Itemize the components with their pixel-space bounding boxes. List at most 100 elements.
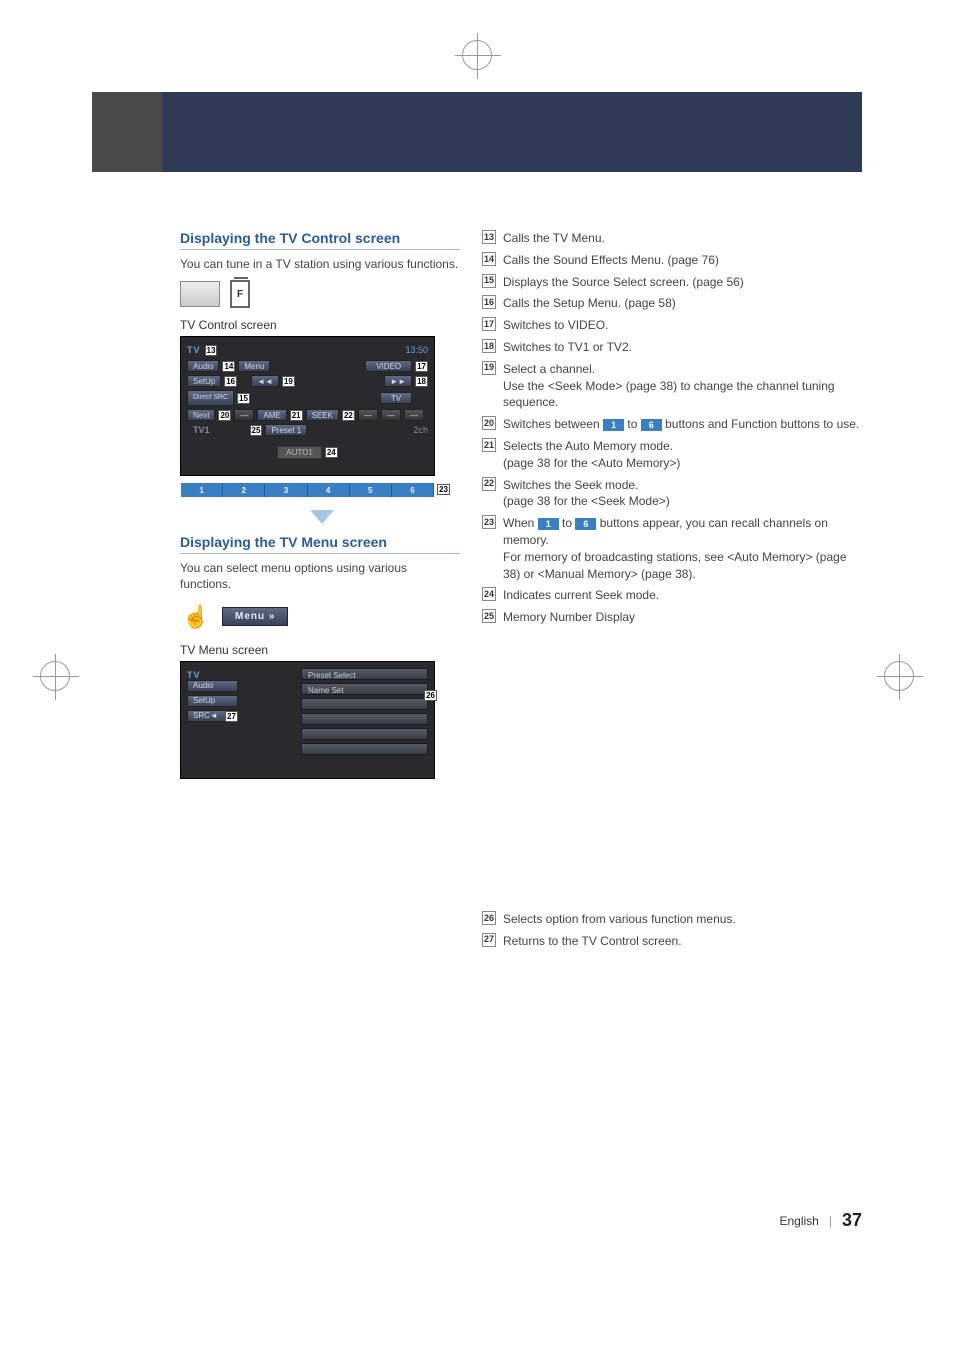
preset-label: Preset 1 bbox=[265, 424, 307, 436]
setup-btn[interactable]: SetUp bbox=[187, 375, 221, 387]
list-text: Indicates current Seek mode. bbox=[503, 587, 862, 604]
device-icons: F bbox=[180, 280, 460, 308]
control-desc: You can tune in a TV station using vario… bbox=[180, 256, 460, 272]
dash2[interactable]: — bbox=[358, 409, 378, 421]
menu-setup-btn[interactable]: SetUp bbox=[187, 695, 238, 707]
list-item: 25 Memory Number Display bbox=[482, 609, 862, 626]
num-btn-5[interactable]: 5 bbox=[350, 483, 392, 497]
page-footer: English | 37 bbox=[779, 1210, 862, 1231]
list-item: 26Selects option from various function m… bbox=[482, 911, 862, 928]
list-item: 19Select a channel. Use the <Seek Mode> … bbox=[482, 361, 862, 411]
list-item: 20Switches between 1 to 6 buttons and Fu… bbox=[482, 416, 862, 433]
menu-audio-btn[interactable]: Audio bbox=[187, 680, 238, 692]
band-label: TV1 bbox=[193, 425, 210, 435]
list-badge: 25 bbox=[482, 609, 496, 623]
inline-num-btn: 6 bbox=[575, 518, 596, 530]
callout-21: 21 bbox=[290, 410, 303, 421]
list-text: When 1 to 6 buttons appear, you can reca… bbox=[503, 515, 862, 582]
num-btn-3[interactable]: 3 bbox=[265, 483, 307, 497]
dash1[interactable]: — bbox=[234, 409, 254, 421]
next-btn[interactable]: Next bbox=[187, 409, 215, 421]
content-area: Displaying the TV Control screen You can… bbox=[180, 230, 862, 1231]
list-item: 22Switches the Seek mode. (page 38 for t… bbox=[482, 477, 862, 511]
callout-list-1: 13Calls the TV Menu. 14Calls the Sound Ef… bbox=[482, 230, 862, 626]
list-text: Calls the Setup Menu. (page 58) bbox=[503, 295, 862, 312]
list-badge: 24 bbox=[482, 587, 496, 601]
menu-caption: TV Menu screen bbox=[180, 643, 460, 657]
list-item: 23 When 1 to 6 buttons appear, you can re… bbox=[482, 515, 862, 582]
tv-menu-title: TV bbox=[187, 670, 201, 680]
tv-control-screen: TV 13 13:50 Audio 14 Menu VIDEO 17 SetUp… bbox=[180, 336, 435, 476]
num-btn-1[interactable]: 1 bbox=[181, 483, 223, 497]
list-text: Switches to TV1 or TV2. bbox=[503, 339, 862, 356]
video-btn[interactable]: VIDEO bbox=[365, 360, 412, 372]
list-text: Select a channel. Use the <Seek Mode> (p… bbox=[503, 361, 862, 411]
menu-button[interactable]: Menu » bbox=[222, 607, 288, 626]
dash3[interactable]: — bbox=[381, 409, 401, 421]
number-strip: 1 2 3 4 5 6 bbox=[181, 483, 434, 497]
list-item: 18Switches to TV1 or TV2. bbox=[482, 339, 862, 356]
callout-18: 18 bbox=[415, 376, 428, 387]
num-btn-4[interactable]: 4 bbox=[308, 483, 350, 497]
menu-item-preset[interactable]: Preset Select bbox=[301, 668, 428, 680]
fwd-btn[interactable]: ►► bbox=[384, 375, 412, 387]
list-text: Memory Number Display bbox=[503, 609, 862, 626]
menu-item-empty[interactable]: . bbox=[301, 698, 428, 710]
list-badge: 21 bbox=[482, 438, 496, 452]
list-badge: 16 bbox=[482, 295, 496, 309]
footer-lang: English bbox=[779, 1214, 818, 1228]
prev-btn[interactable]: ◄◄ bbox=[251, 375, 279, 387]
dash4[interactable]: — bbox=[404, 409, 424, 421]
list-text: Switches to VIDEO. bbox=[503, 317, 862, 334]
list-badge: 20 bbox=[482, 416, 496, 430]
seek-mode: AUTO1 bbox=[277, 446, 322, 459]
ame-btn[interactable]: AME bbox=[257, 409, 286, 421]
footer-page: 37 bbox=[842, 1210, 862, 1231]
callout-22: 22 bbox=[342, 410, 355, 421]
callout-list-2: 26Selects option from various function m… bbox=[482, 911, 862, 950]
list-badge: 23 bbox=[482, 515, 496, 529]
callout-15: 15 bbox=[237, 393, 250, 404]
callout-16: 16 bbox=[224, 376, 237, 387]
menu-btn[interactable]: Menu bbox=[238, 360, 270, 372]
callout-17: 17 bbox=[415, 361, 428, 372]
callout-14: 14 bbox=[222, 361, 235, 372]
menu-item-nameset[interactable]: Name Set bbox=[301, 683, 428, 695]
reg-mark-top bbox=[462, 40, 492, 70]
header-band bbox=[92, 92, 862, 172]
direct-src-btn[interactable]: Direct SRC bbox=[187, 390, 234, 406]
list-item: 24 Indicates current Seek mode. bbox=[482, 587, 862, 604]
inline-num-btn: 1 bbox=[603, 419, 624, 431]
seek-btn[interactable]: SEEK bbox=[306, 409, 339, 421]
list-item: 27Returns to the TV Control screen. bbox=[482, 933, 862, 950]
inline-num-btn: 1 bbox=[538, 518, 559, 530]
list-item: 14Calls the Sound Effects Menu. (page 76… bbox=[482, 252, 862, 269]
num-btn-2[interactable]: 2 bbox=[223, 483, 265, 497]
audio-btn[interactable]: Audio bbox=[187, 360, 219, 372]
callout-24: 24 bbox=[325, 447, 338, 458]
list-text: Displays the Source Select screen. (page… bbox=[503, 274, 862, 291]
tv-btn[interactable]: TV bbox=[380, 392, 412, 404]
num-btn-6[interactable]: 6 bbox=[392, 483, 434, 497]
menu-item-empty[interactable]: . bbox=[301, 728, 428, 740]
reg-mark-right bbox=[884, 661, 914, 691]
menu-item-empty[interactable]: . bbox=[301, 713, 428, 725]
list-item: 16 Calls the Setup Menu. (page 58) bbox=[482, 295, 862, 312]
arrow-down-icon bbox=[310, 510, 334, 524]
list-item: 21 Selects the Auto Memory mode. (page 38… bbox=[482, 438, 862, 472]
list-item: 17Switches to VIDEO. bbox=[482, 317, 862, 334]
list-text: Selects the Auto Memory mode. (page 38 f… bbox=[503, 438, 862, 472]
tv-title: TV bbox=[187, 345, 201, 355]
list-text: Switches the Seek mode. (page 38 for the… bbox=[503, 477, 862, 511]
channel-label: 2ch bbox=[413, 425, 428, 435]
list-badge: 13 bbox=[482, 230, 496, 244]
menu-item-empty[interactable]: . bbox=[301, 743, 428, 755]
callout-13: 13 bbox=[205, 345, 218, 356]
callout-23: 23 bbox=[437, 484, 450, 495]
control-caption: TV Control screen bbox=[180, 318, 460, 332]
list-badge: 26 bbox=[482, 911, 496, 925]
list-item: 13Calls the TV Menu. bbox=[482, 230, 862, 247]
list-badge: 14 bbox=[482, 252, 496, 266]
callout-27: 27 bbox=[225, 711, 238, 722]
section-title-menu: Displaying the TV Menu screen bbox=[180, 534, 460, 554]
